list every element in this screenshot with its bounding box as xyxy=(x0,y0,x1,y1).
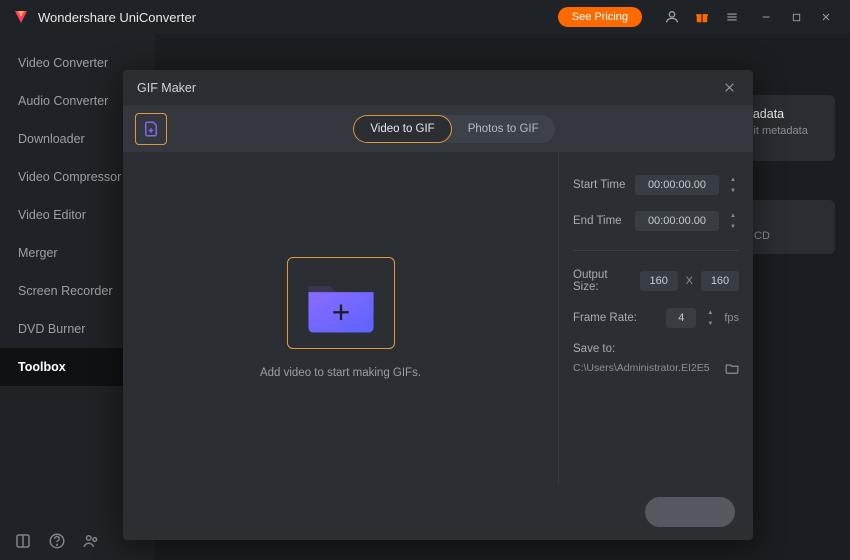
start-time-input[interactable] xyxy=(635,175,719,195)
help-icon[interactable] xyxy=(48,532,66,550)
folder-browse-icon[interactable] xyxy=(725,361,739,375)
tab-video-to-gif[interactable]: Video to GIF xyxy=(353,115,451,143)
settings-panel: Start Time ▲▼ End Time ▲▼ Output Size: X… xyxy=(558,152,753,484)
account-icon[interactable] xyxy=(660,5,684,29)
frame-rate-label: Frame Rate: xyxy=(573,312,658,324)
frame-rate-input[interactable] xyxy=(666,308,696,328)
see-pricing-button[interactable]: See Pricing xyxy=(558,7,642,27)
output-size-label: Output Size: xyxy=(573,269,632,293)
menu-icon[interactable] xyxy=(720,5,744,29)
size-x: X xyxy=(686,275,693,287)
titlebar: Wondershare UniConverter See Pricing xyxy=(0,0,850,34)
end-time-label: End Time xyxy=(573,215,627,227)
close-window-icon[interactable] xyxy=(814,5,838,29)
frame-rate-stepper[interactable]: ▲▼ xyxy=(704,307,716,329)
fps-label: fps xyxy=(724,312,739,324)
drop-area[interactable]: Add video to start making GIFs. xyxy=(123,152,558,484)
app-title: Wondershare UniConverter xyxy=(38,10,196,25)
save-to-label: Save to: xyxy=(573,343,739,355)
drop-box[interactable] xyxy=(287,257,395,349)
create-gif-button[interactable] xyxy=(645,497,735,527)
app-logo xyxy=(12,8,30,26)
mode-toggle: Video to GIF Photos to GIF xyxy=(353,115,554,143)
end-time-input[interactable] xyxy=(635,211,719,231)
start-time-stepper[interactable]: ▲▼ xyxy=(727,174,739,196)
minimize-icon[interactable] xyxy=(754,5,778,29)
maximize-icon[interactable] xyxy=(784,5,808,29)
gif-maker-modal: GIF Maker Video to GIF Photos to GIF xyxy=(123,70,753,540)
close-modal-button[interactable] xyxy=(719,78,739,98)
community-icon[interactable] xyxy=(82,532,100,550)
folder-add-icon xyxy=(302,272,380,334)
end-time-stepper[interactable]: ▲▼ xyxy=(727,210,739,232)
tab-photos-to-gif[interactable]: Photos to GIF xyxy=(452,115,555,143)
add-file-button[interactable] xyxy=(135,113,167,145)
output-height-input[interactable] xyxy=(701,271,739,291)
output-width-input[interactable] xyxy=(640,271,678,291)
drop-text: Add video to start making GIFs. xyxy=(260,367,421,379)
file-add-icon xyxy=(142,120,160,138)
modal-title: GIF Maker xyxy=(137,81,719,95)
save-path-text: C:\Users\Administrator.EI2E5 xyxy=(573,362,719,374)
start-time-label: Start Time xyxy=(573,179,627,191)
gift-icon[interactable] xyxy=(690,5,714,29)
guide-icon[interactable] xyxy=(14,532,32,550)
